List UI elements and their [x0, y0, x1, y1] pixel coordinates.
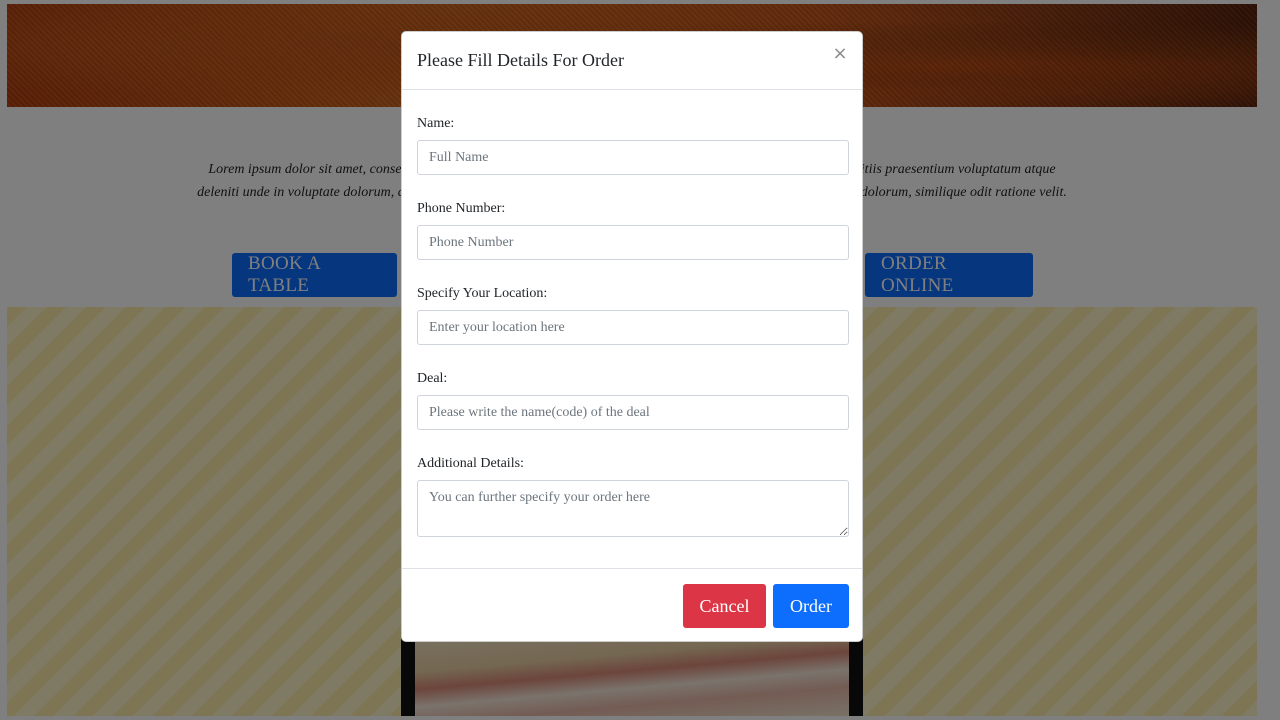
- modal-title: Please Fill Details For Order: [417, 50, 624, 70]
- location-label: Specify Your Location:: [417, 286, 548, 301]
- additional-details-textarea[interactable]: [417, 480, 849, 537]
- deal-label: Deal:: [417, 371, 448, 386]
- order-button[interactable]: Order: [773, 584, 849, 628]
- modal-header: Please Fill Details For Order ×: [402, 32, 862, 90]
- order-details-modal: Please Fill Details For Order × Name: Ph…: [401, 31, 863, 642]
- phone-label: Phone Number:: [417, 201, 506, 216]
- phone-input[interactable]: [417, 225, 849, 260]
- location-input[interactable]: [417, 310, 849, 345]
- modal-footer: Cancel Order: [402, 568, 862, 643]
- cancel-button[interactable]: Cancel: [683, 584, 766, 628]
- additional-details-label: Additional Details:: [417, 456, 524, 471]
- deal-input[interactable]: [417, 395, 849, 430]
- name-label: Name:: [417, 116, 455, 131]
- close-icon[interactable]: ×: [832, 45, 848, 63]
- name-input[interactable]: [417, 140, 849, 175]
